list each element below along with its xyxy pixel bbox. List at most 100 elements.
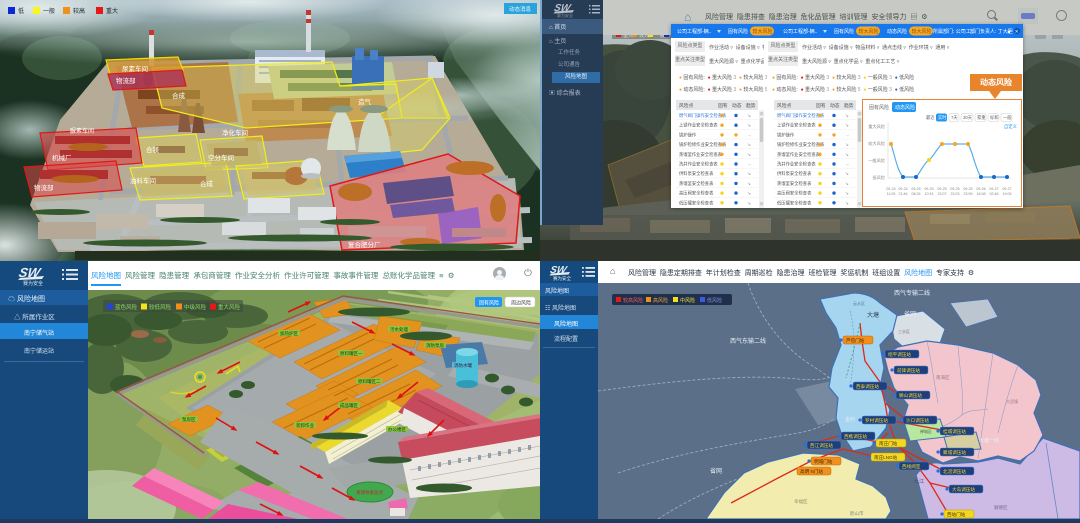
svg-text:前锋调压站: 前锋调压站 <box>897 367 920 374</box>
svg-text:09-25: 09-25 <box>950 187 959 191</box>
svg-text:09-25: 09-25 <box>911 187 920 191</box>
svg-text:燃气阀门操作安全检查表: 燃气阀门操作安全检查表 <box>777 112 825 119</box>
svg-text:动态: 动态 <box>732 102 742 109</box>
svg-text:金利: 金利 <box>845 416 855 423</box>
svg-text:09-27: 09-27 <box>1002 187 1011 191</box>
svg-text:锅炉检修作业安全检查表: 锅炉检修作业安全检查表 <box>777 141 825 148</box>
svg-text:↘: ↘ <box>747 113 751 118</box>
svg-text:↘: ↘ <box>747 191 751 196</box>
svg-text:21:46: 21:46 <box>899 192 908 196</box>
svg-text:↘: ↘ <box>845 152 849 157</box>
svg-text:→: → <box>747 162 751 167</box>
svg-text:较低风险: 较低风险 <box>149 303 172 311</box>
svg-text:↘: ↘ <box>845 200 849 205</box>
svg-text:燃气阀门操作安全检查表: 燃气阀门操作安全检查表 <box>679 112 727 119</box>
svg-text:动态风险: 动态风险 <box>895 104 915 111</box>
svg-text:赛为安全: 赛为安全 <box>557 12 573 18</box>
svg-text:绍平调压站: 绍平调压站 <box>888 351 911 358</box>
svg-text:禅城区: 禅城区 <box>920 428 932 434</box>
svg-text:↘: ↘ <box>747 200 751 205</box>
svg-text:省网: 省网 <box>904 310 916 318</box>
svg-text:16:08: 16:08 <box>977 192 986 196</box>
svg-text:低风险: 低风险 <box>872 174 885 181</box>
svg-text:上锁作业安全检查表: 上锁作业安全检查表 <box>777 122 816 129</box>
svg-text:净化车间: 净化车间 <box>222 128 248 137</box>
svg-text:供料泵安全检查表: 供料泵安全检查表 <box>679 170 714 177</box>
svg-text:自定义: 自定义 <box>1004 123 1018 130</box>
svg-text:10:14: 10:14 <box>925 192 934 196</box>
svg-text:固有风险: 固有风险 <box>728 28 748 35</box>
svg-text:蒸馏釜安全检查表: 蒸馏釜安全检查表 <box>777 180 812 187</box>
svg-text:罗村调压站: 罗村调压站 <box>865 417 888 424</box>
svg-text:↘: ↘ <box>747 181 751 186</box>
svg-text:↘: ↘ <box>747 123 751 128</box>
svg-text:顺德区: 顺德区 <box>994 504 1008 511</box>
svg-text:23:07: 23:07 <box>938 192 947 196</box>
svg-text:复合肥分厂: 复合肥分厂 <box>348 240 381 249</box>
svg-text:西樵调压站: 西樵调压站 <box>844 433 867 440</box>
svg-text:高压阀安全检查表: 高压阀安全检查表 <box>777 190 812 197</box>
svg-text:趋势: 趋势 <box>746 102 756 109</box>
svg-text:鹤山市: 鹤山市 <box>850 510 864 517</box>
svg-text:累重: 累重 <box>977 114 986 120</box>
svg-text:九江: 九江 <box>914 478 924 485</box>
svg-text:固有风险: 固有风险 <box>479 300 499 307</box>
svg-text:高压阀安全检查表: 高压阀安全检查表 <box>679 190 714 197</box>
svg-text:08:26: 08:26 <box>912 192 921 196</box>
svg-text:◂: ◂ <box>1007 30 1010 36</box>
svg-text:风险点: 风险点 <box>679 102 694 109</box>
svg-text:低压罐安全检查表: 低压罐安全检查表 <box>679 199 714 206</box>
svg-text:西线阀室: 西线阀室 <box>902 463 921 470</box>
svg-text:↘: ↘ <box>845 171 849 176</box>
svg-text:泵房区: 泵房区 <box>182 416 196 423</box>
svg-text:南海区: 南海区 <box>936 374 950 381</box>
svg-text:合镁: 合镁 <box>146 145 160 154</box>
svg-text:合成: 合成 <box>172 91 186 100</box>
svg-text:↘: ↘ <box>845 113 849 118</box>
svg-text:公司工程部-辆..: 公司工程部-辆.. <box>783 28 817 35</box>
svg-text:蓝色风险: 蓝色风险 <box>115 303 138 311</box>
svg-text:风险点: 风险点 <box>777 102 792 109</box>
svg-text:较大风险: 较大风险 <box>912 28 932 35</box>
svg-text:↘: ↘ <box>845 191 849 196</box>
svg-text:较大风险: 较大风险 <box>859 28 879 35</box>
svg-text:↘: ↘ <box>845 181 849 186</box>
svg-text:↘: ↘ <box>747 152 751 157</box>
svg-text:动态消息: 动态消息 <box>509 5 532 13</box>
svg-text:大沥镇: 大沥镇 <box>1006 398 1018 404</box>
svg-text:重大: 重大 <box>106 7 118 15</box>
svg-text:固有风险: 固有风险 <box>869 104 889 111</box>
svg-text:09-25: 09-25 <box>963 187 972 191</box>
svg-text:09-24: 09-24 <box>886 187 895 191</box>
svg-text:油料车间: 油料车间 <box>130 176 156 185</box>
svg-text:→: → <box>845 132 849 137</box>
svg-text:最近: 最近 <box>926 114 935 121</box>
svg-text:尿素车间: 尿素车间 <box>122 64 148 73</box>
svg-text:南庄门站: 南庄门站 <box>879 440 898 447</box>
svg-text:污水处理: 污水处理 <box>390 326 408 333</box>
svg-text:省网: 省网 <box>710 467 722 475</box>
svg-text:09-25: 09-25 <box>937 187 946 191</box>
svg-text:中级风险: 中级风险 <box>184 303 207 311</box>
svg-text:固有: 固有 <box>816 102 826 109</box>
svg-text:蒸馏釜作业安全检查表: 蒸馏釜作业安全检查表 <box>777 151 821 158</box>
svg-text:中风险: 中风险 <box>680 297 695 304</box>
svg-text:公司工程部-辆..: 公司工程部-辆.. <box>677 28 711 35</box>
svg-text:较大风险: 较大风险 <box>868 140 886 147</box>
svg-text:一般风险: 一般风险 <box>868 157 886 164</box>
svg-text:高明 N门站: 高明 N门站 <box>800 468 823 475</box>
svg-text:19:05: 19:05 <box>1003 192 1012 196</box>
svg-text:↘: ↘ <box>845 142 849 147</box>
svg-text:幸福区: 幸福区 <box>794 498 808 505</box>
svg-text:南庄LNG站: 南庄LNG站 <box>874 454 898 461</box>
svg-text:周边风险: 周边风险 <box>511 300 531 307</box>
svg-text:造气: 造气 <box>358 97 372 106</box>
svg-text:↘: ↘ <box>747 142 751 147</box>
svg-text:芦苞门站: 芦苞门站 <box>846 337 865 344</box>
svg-text:洗井作业安全检查表: 洗井作业安全检查表 <box>679 161 718 168</box>
svg-text:原料罐区二: 原料罐区二 <box>358 378 381 385</box>
svg-text:办公楼区: 办公楼区 <box>388 426 406 433</box>
svg-text:脲素车间: 脲素车间 <box>70 127 94 135</box>
svg-text:空分车间: 空分车间 <box>208 153 234 162</box>
svg-text:→: → <box>747 132 751 137</box>
